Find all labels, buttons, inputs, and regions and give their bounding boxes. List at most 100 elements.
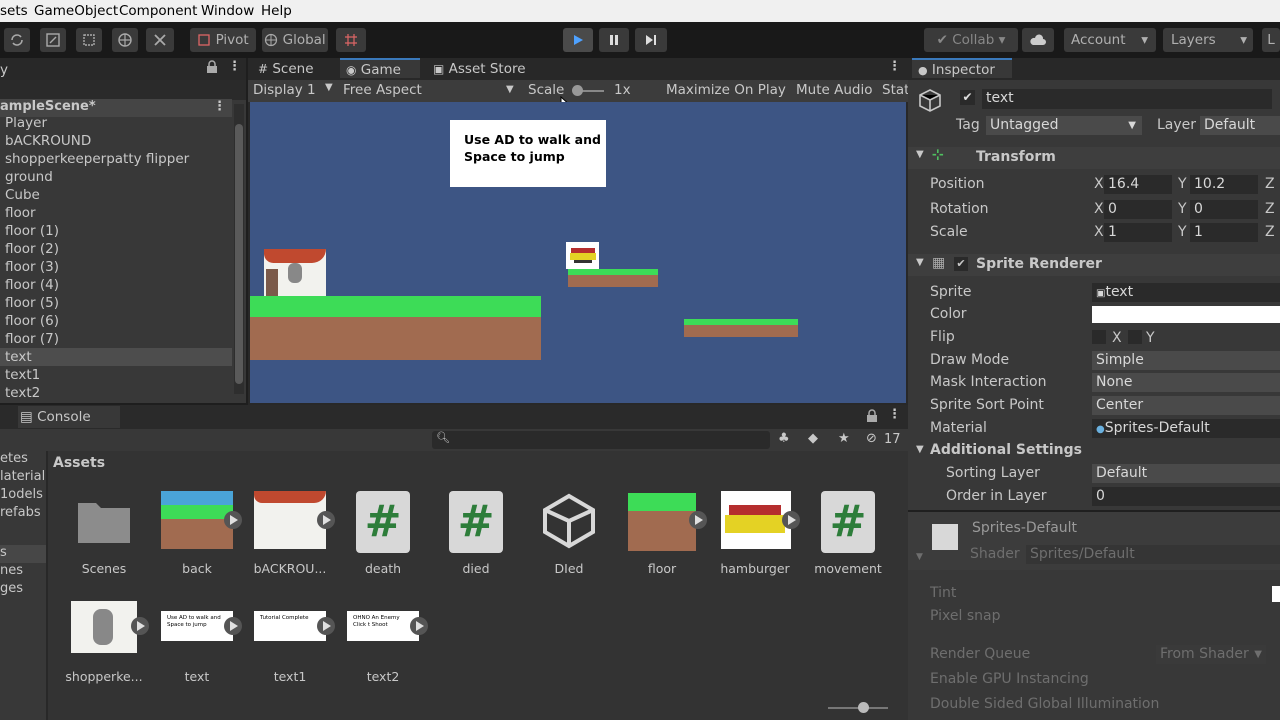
expand-arrow-icon[interactable] — [410, 617, 428, 635]
list-item[interactable]: floor (3) — [5, 258, 59, 276]
lock-icon[interactable] — [866, 409, 878, 427]
list-item[interactable]: floor (1) — [5, 222, 59, 240]
tag-dropdown[interactable]: Untagged ▼ — [986, 116, 1142, 135]
expand-arrow-icon[interactable] — [782, 511, 800, 529]
menu-gameobject[interactable]: GameObject — [34, 3, 118, 19]
flip-y-checkbox[interactable] — [1128, 330, 1142, 344]
grid-snap-button[interactable] — [336, 28, 366, 52]
active-checkbox[interactable]: ✔ — [960, 90, 975, 105]
kebab-menu-icon[interactable]: ⋮ — [888, 407, 901, 422]
transform-header[interactable]: ▼ ⊹ Transform — [908, 147, 1280, 169]
aspect-dropdown[interactable]: Free Aspect — [343, 82, 422, 98]
game-canvas[interactable]: Use AD to walk and Space to jump — [250, 102, 906, 403]
list-item[interactable]: floor (7) — [5, 330, 59, 348]
asset-tile[interactable]: DIed — [524, 491, 614, 581]
tab-asset-store[interactable]: ▣ Asset Store — [433, 58, 543, 80]
sprite-sort-point-dropdown[interactable]: Center — [1092, 396, 1280, 415]
slider-handle[interactable] — [858, 702, 869, 713]
expand-arrow-icon[interactable] — [131, 617, 149, 635]
transform-tool-button[interactable] — [112, 28, 138, 52]
expand-arrow-icon[interactable] — [317, 511, 335, 529]
scale-y-field[interactable]: 1 — [1190, 223, 1258, 242]
thumbnail-size-slider[interactable] — [828, 702, 888, 713]
expand-arrow-icon[interactable] — [224, 617, 242, 635]
asset-tile[interactable]: Scenes — [59, 491, 149, 581]
layers-dropdown[interactable]: Layers ▾ — [1163, 28, 1253, 52]
display-dropdown[interactable]: Display 1 — [253, 82, 316, 98]
cloud-button[interactable] — [1022, 28, 1054, 52]
list-item[interactable]: ground — [5, 168, 53, 186]
sidebar-item[interactable]: 1odels — [0, 487, 43, 502]
collab-button[interactable]: ✔ Collab ▾ — [924, 28, 1018, 52]
slider-handle[interactable] — [572, 85, 583, 96]
tab-inspector[interactable]: ● Inspector — [912, 58, 1012, 78]
flip-x-checkbox[interactable] — [1092, 330, 1106, 344]
asset-tile[interactable]: # movement — [803, 491, 893, 581]
list-item[interactable]: floor (4) — [5, 276, 59, 294]
kebab-menu-icon[interactable]: ⋮ — [228, 59, 241, 74]
list-item[interactable]: Player — [5, 114, 47, 132]
rotation-x-field[interactable]: 0 — [1104, 200, 1172, 219]
custom-tool-button[interactable] — [146, 28, 174, 52]
sidebar-item[interactable]: s — [0, 545, 7, 560]
tab-hierarchy[interactable]: y — [0, 59, 8, 81]
sidebar-item[interactable]: laterial — [0, 469, 45, 484]
asset-tile[interactable]: # death — [338, 491, 428, 581]
sprite-renderer-header[interactable]: ▼ ▦ ✔ Sprite Renderer — [908, 254, 1280, 276]
maximize-on-play-toggle[interactable]: Maximize On Play — [666, 82, 786, 98]
shader-dropdown[interactable]: Sprites/Default — [1026, 545, 1280, 564]
scale-tool-button[interactable] — [40, 28, 66, 52]
menu-help[interactable]: Help — [261, 3, 292, 19]
sidebar-item[interactable]: ges — [0, 581, 23, 596]
menu-component[interactable]: Component — [119, 3, 197, 19]
enabled-checkbox[interactable]: ✔ — [954, 257, 968, 271]
sidebar-item[interactable]: etes — [0, 451, 28, 466]
asset-tile[interactable]: hamburger — [710, 491, 800, 581]
position-y-field[interactable]: 10.2 — [1190, 175, 1258, 194]
expand-arrow-icon[interactable] — [224, 511, 242, 529]
hierarchy-scrollbar[interactable] — [234, 104, 244, 394]
eye-hidden-icon[interactable]: ⊘ — [866, 431, 877, 446]
asset-tile[interactable]: back — [152, 491, 242, 581]
asset-tile[interactable]: bACKROU... — [245, 491, 335, 581]
additional-settings-foldout[interactable]: Additional Settings — [930, 442, 1082, 458]
asset-tile[interactable]: OHNO An Enemy Click t Shoot text2 — [338, 597, 428, 687]
menu-assets[interactable]: sets — [0, 3, 28, 19]
draw-mode-dropdown[interactable]: Simple — [1092, 351, 1280, 370]
scale-x-field[interactable]: 1 — [1104, 223, 1172, 242]
tab-console[interactable]: ▤ Console — [18, 406, 120, 428]
rotate-tool-button[interactable] — [4, 28, 30, 52]
tab-game[interactable]: ◉ Game — [340, 58, 420, 78]
list-item-selected[interactable]: text — [5, 348, 32, 366]
sprite-field[interactable]: ▣text — [1092, 283, 1280, 302]
account-dropdown[interactable]: Account ▾ — [1064, 28, 1156, 52]
tint-swatch[interactable] — [1272, 586, 1280, 602]
render-queue-dropdown[interactable]: From Shader ▼ — [1156, 645, 1266, 664]
expand-arrow-icon[interactable] — [689, 511, 707, 529]
sidebar-item[interactable]: nes — [0, 563, 23, 578]
pause-button[interactable] — [599, 28, 629, 52]
list-item[interactable]: text1 — [5, 366, 40, 384]
list-item[interactable]: Cube — [5, 186, 40, 204]
asset-tile[interactable]: Tutorial Complete text1 — [245, 597, 335, 687]
color-swatch[interactable] — [1092, 306, 1280, 323]
global-toggle[interactable]: Global — [262, 28, 328, 52]
pivot-toggle[interactable]: Pivot — [190, 28, 256, 52]
play-button[interactable] — [563, 28, 593, 52]
order-in-layer-field[interactable]: 0 — [1092, 487, 1280, 506]
hierarchy-search[interactable] — [0, 80, 246, 100]
layer-dropdown[interactable]: Default — [1200, 116, 1280, 135]
step-button[interactable] — [635, 28, 667, 52]
list-item[interactable]: floor (5) — [5, 294, 59, 312]
menu-window[interactable]: Window — [201, 3, 254, 19]
material-field[interactable]: ●Sprites-Default — [1092, 419, 1280, 438]
project-search-input[interactable]: 🔍︎ — [432, 431, 770, 449]
scrollbar-thumb[interactable] — [235, 124, 243, 384]
kebab-menu-icon[interactable]: ⋮ — [213, 99, 226, 114]
asset-tile[interactable]: floor — [617, 491, 707, 581]
expand-arrow-icon[interactable] — [317, 617, 335, 635]
list-item[interactable]: floor — [5, 204, 36, 222]
mask-interaction-dropdown[interactable]: None — [1092, 373, 1280, 392]
list-item[interactable]: floor (6) — [5, 312, 59, 330]
tab-scene[interactable]: # Scene — [258, 58, 338, 80]
